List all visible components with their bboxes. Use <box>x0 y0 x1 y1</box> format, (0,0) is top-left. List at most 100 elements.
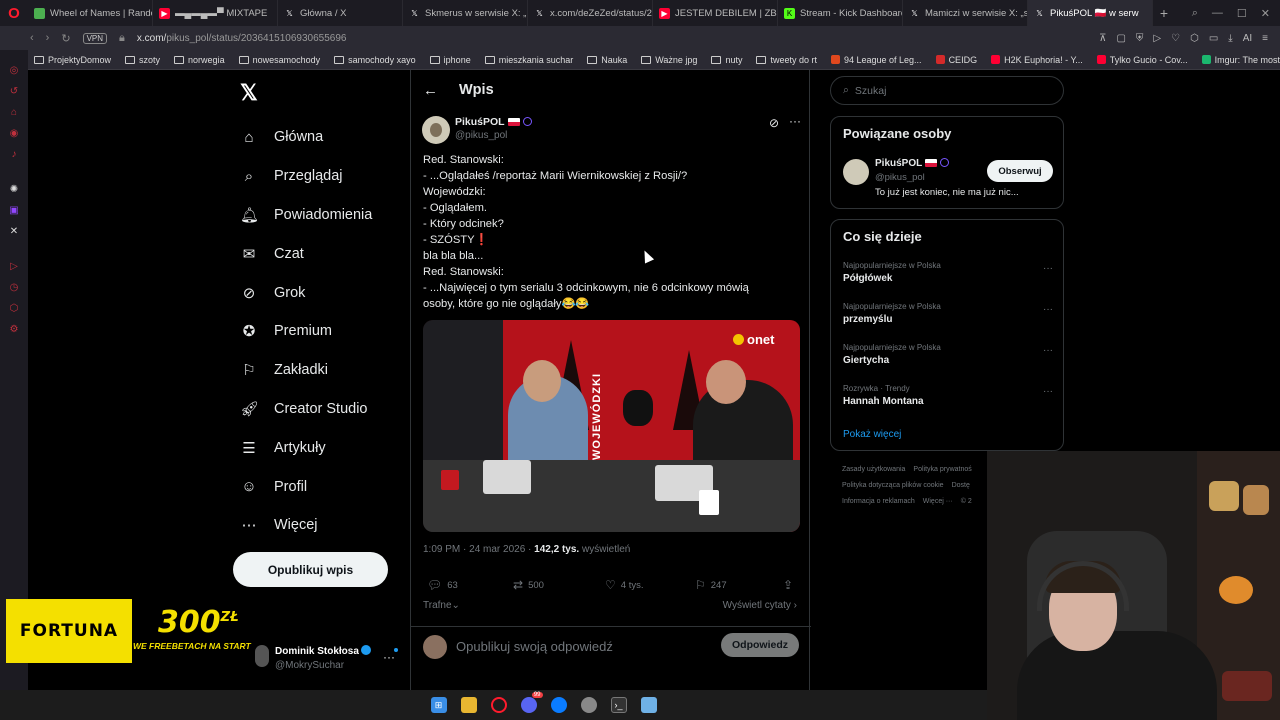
x-logo-icon[interactable]: 𝕏 <box>240 80 258 106</box>
back-arrow-icon[interactable]: ‹ <box>30 32 34 44</box>
settings-sidebar-icon[interactable]: ⚙ <box>8 324 20 336</box>
extensions-icon[interactable]: ⬡ <box>1190 33 1199 44</box>
author-handle[interactable]: @pikus_pol <box>455 130 507 141</box>
nav-item-articles[interactable]: ☰ Artykuły <box>240 428 410 467</box>
trend-item[interactable]: Najpopularniejsze w Polska Giertycha ··· <box>843 343 1053 366</box>
tab-wheel-of-names[interactable]: Wheel of Names | Rando <box>28 0 153 26</box>
download-icon[interactable]: ⤓ <box>1228 33 1232 44</box>
nav-item-chat[interactable]: ✉ Czat <box>240 234 410 273</box>
grok-icon[interactable]: ⊘ <box>769 116 779 130</box>
post-button[interactable]: Opublikuj wpis <box>233 552 388 587</box>
bookmark-folder[interactable]: nowesamochody <box>238 55 320 65</box>
bookmark-tylko-gucio[interactable]: Tylko Gucio - Cov... <box>1096 55 1188 65</box>
reply-sort-dropdown[interactable]: Trafne⌄ <box>423 600 460 611</box>
player-sidebar-icon[interactable]: ▷ <box>8 261 20 273</box>
close-icon[interactable]: ✕ <box>1261 7 1270 20</box>
x-sidebar-icon[interactable]: ✕ <box>8 226 20 238</box>
bookmark-folder[interactable]: szoty <box>125 55 160 65</box>
footer-link[interactable]: Zasady użytkowania <box>842 466 905 473</box>
history-sidebar-icon[interactable]: ◷ <box>8 282 20 294</box>
footer-link[interactable]: Więcej ··· <box>923 498 953 505</box>
bookmark-league[interactable]: 94 League of Leg... <box>830 55 922 65</box>
trend-item[interactable]: Najpopularniejsze w Polska przemyślu ··· <box>843 302 1053 325</box>
snapshot-icon[interactable]: ▢ <box>1116 33 1125 44</box>
gx-corner-icon[interactable]: ⌂ <box>8 107 20 119</box>
search-tabs-icon[interactable]: ⌕ <box>1192 7 1198 20</box>
footer-link[interactable]: Dostę <box>952 482 970 489</box>
play-icon[interactable]: ▷ <box>1153 33 1161 44</box>
tab-mixtape[interactable]: ▶ ▬▄▬▄▬▀ MIXTAPE <box>153 0 278 26</box>
bookmark-folder[interactable]: tweety do rt <box>756 55 817 65</box>
tab-jestem-debilem[interactable]: ▶JESTEM DEBILEM | ZBUD <box>653 0 778 26</box>
nav-item-creator-studio[interactable]: 🚀︎ Creator Studio <box>240 390 410 429</box>
reload-icon[interactable]: ↻ <box>61 32 70 45</box>
tab-x-home[interactable]: 𝕏 Główna / X <box>278 0 403 26</box>
ai-button[interactable]: AI <box>1243 33 1252 44</box>
twitch-sidebar-icon[interactable]: ▣ <box>8 205 20 217</box>
windows-start-icon[interactable]: ⊞ <box>430 697 447 713</box>
messenger-icon[interactable] <box>550 697 567 713</box>
menu-icon[interactable]: ≡ <box>1262 33 1268 44</box>
bookmark-folder[interactable]: samochody xayo <box>334 55 416 65</box>
bookmark-folder[interactable]: norwegia <box>174 55 225 65</box>
share-action[interactable]: ⇪ <box>783 578 793 592</box>
search-input[interactable]: ⌕ Szukaj <box>830 76 1064 105</box>
bookmark-folder[interactable]: ProjektyDomow <box>34 55 111 65</box>
bookmark-folder[interactable]: mieszkania suchar <box>484 55 573 65</box>
nav-item-notifications[interactable]: 🔔︎ Powiadomienia <box>240 196 410 235</box>
reply-button[interactable]: Odpowiedz <box>721 633 799 657</box>
bookmark-action[interactable]: ⚐ 247 <box>695 578 727 592</box>
tab-dezezed[interactable]: 𝕏x.com/deZeZed/status/20 <box>528 0 653 26</box>
avatar[interactable] <box>422 116 450 144</box>
pin-icon[interactable]: ⊼ <box>1099 33 1106 44</box>
forward-arrow-icon[interactable]: › <box>46 32 50 44</box>
nav-item-profile[interactable]: ☺ Profil <box>240 467 410 506</box>
bookmark-h2k[interactable]: H2K Euphoria! - Y... <box>991 55 1083 65</box>
footer-link[interactable]: Polityka dotycząca plików cookie <box>842 482 944 489</box>
gx-cleaner-icon[interactable]: ↺ <box>8 86 20 98</box>
chatgpt-sidebar-icon[interactable]: ✺ <box>8 184 20 196</box>
tab-mamiczi[interactable]: 𝕏 Mamiczi w serwisie X: „s <box>903 0 1028 26</box>
more-icon[interactable]: ··· <box>789 114 801 128</box>
terminal-icon[interactable]: ›_ <box>610 697 627 713</box>
notepad-icon[interactable] <box>640 697 657 713</box>
post-video[interactable]: WOJEWÓDZKI onet <box>423 320 800 532</box>
vpn-badge[interactable]: VPN <box>82 32 108 44</box>
extensions-sidebar-icon[interactable]: ⬡ <box>8 303 20 315</box>
wallet-icon[interactable]: ▭ <box>1209 33 1218 44</box>
heart-icon[interactable]: ♡ <box>1171 33 1180 44</box>
follow-button[interactable]: Obserwuj <box>987 160 1053 182</box>
nav-item-premium[interactable]: ✪ Premium <box>240 312 410 351</box>
more-icon[interactable]: ··· <box>1043 304 1053 315</box>
trend-item[interactable]: Rozrywka · Trendy Hannah Montana ··· <box>843 384 1053 407</box>
bookmark-imgur[interactable]: Imgur: The most a... <box>1201 55 1280 65</box>
more-icon[interactable]: ··· <box>383 650 395 664</box>
nav-item-explore[interactable]: ⌕ Przeglądaj <box>240 157 410 196</box>
nav-item-grok[interactable]: ⊘ Grok <box>240 273 410 312</box>
nav-item-bookmarks[interactable]: ⚐ Zakładki <box>240 351 410 390</box>
avatar[interactable] <box>843 159 869 185</box>
trend-item[interactable]: Najpopularniejsze w Polska Półgłówek ··· <box>843 261 1053 284</box>
like-action[interactable]: ♡ 4 tys. <box>605 578 643 592</box>
repost-action[interactable]: ⇄ 500 <box>513 578 544 592</box>
bookmark-folder[interactable]: Ważne jpg <box>641 55 697 65</box>
show-more-link[interactable]: Pokaż więcej <box>843 429 901 440</box>
nav-item-more[interactable]: ⋯ Więcej <box>240 506 410 545</box>
account-switcher[interactable]: Dominik Stokłosa @MokrySuchar ··· <box>255 640 405 680</box>
tab-kick-dashboard[interactable]: K Stream - Kick Dashboard <box>778 0 903 26</box>
bookmark-folder[interactable]: iphone <box>429 55 471 65</box>
discord-icon[interactable]: 99 <box>520 692 543 713</box>
url-field[interactable]: x.com/pikus_pol/status/20364151069306556… <box>137 33 347 44</box>
lock-icon[interactable]: 🔒︎ <box>119 32 125 45</box>
maximize-icon[interactable]: ☐ <box>1237 7 1247 20</box>
reply-input[interactable]: Opublikuj swoją odpowiedź <box>456 639 613 654</box>
more-icon[interactable]: ··· <box>1043 386 1053 397</box>
opera-logo-icon[interactable]: O <box>0 0 28 26</box>
view-quotes-link[interactable]: Wyświetl cytaty › <box>723 600 797 611</box>
file-explorer-icon[interactable] <box>460 697 477 713</box>
new-tab-button[interactable]: + <box>1153 5 1175 21</box>
opera-gx-icon[interactable] <box>490 697 507 713</box>
back-arrow-icon[interactable]: ← <box>423 82 438 99</box>
footer-link[interactable]: Informacja o reklamach <box>842 498 915 505</box>
tab-skmerus[interactable]: 𝕏 Skmerus w serwisie X: „P <box>403 0 528 26</box>
